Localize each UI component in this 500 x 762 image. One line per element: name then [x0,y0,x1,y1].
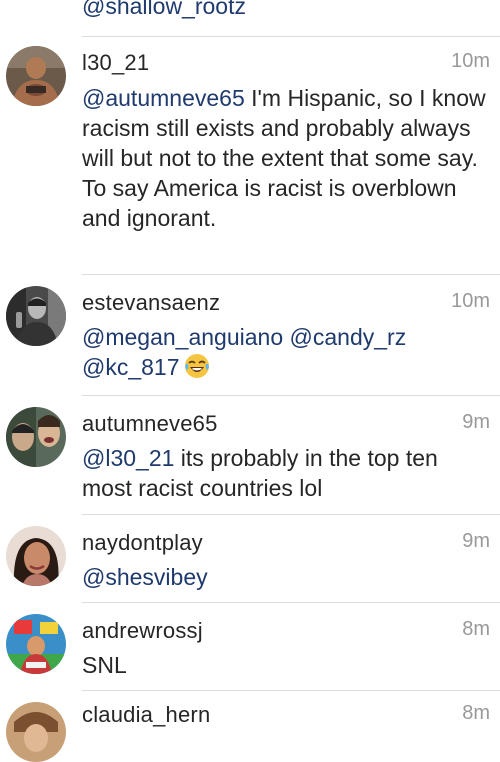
divider [82,514,500,515]
comment-text: @autumneve65 I'm Hispanic, so I know rac… [82,83,490,233]
comment-username[interactable]: l30_21 [82,49,149,77]
comment-time: 8m [462,702,490,724]
avatar-image [6,286,66,346]
comment-time: 10m [451,50,490,72]
avatar-image [6,702,66,762]
comment-text: @shesvibey [82,562,490,592]
comment-time: 9m [462,411,490,433]
comment-text: @megan_anguiano @candy_rz @kc_817 [82,322,490,382]
avatar[interactable] [6,407,66,467]
divider [82,274,500,275]
previous-comment-mention[interactable]: @shallow_rootz [82,0,246,21]
mention-link[interactable]: @shesvibey [82,564,208,590]
avatar[interactable] [6,46,66,106]
mention-link[interactable]: @l30_21 [82,445,174,471]
avatar-image [6,614,66,674]
mention-link[interactable]: @kc_817 [82,354,180,380]
comment-username[interactable]: autumneve65 [82,410,218,438]
comment-text: @l30_21 its probably in the top ten most… [82,443,490,503]
avatar-image [6,526,66,586]
comment-username[interactable]: claudia_hern [82,701,210,729]
avatar[interactable] [6,614,66,674]
comment-username[interactable]: andrewrossj [82,617,203,645]
divider [82,690,500,691]
comment-time: 10m [451,290,490,312]
comment-time: 8m [462,618,490,640]
avatar-image [6,46,66,106]
mention-link[interactable]: @candy_rz [290,324,407,350]
avatar[interactable] [6,526,66,586]
comment-username[interactable]: naydontplay [82,529,203,557]
avatar-image [6,407,66,467]
avatar[interactable] [6,286,66,346]
laughing-tears-emoji-icon [184,354,209,378]
divider [82,395,500,396]
comment-time: 9m [462,530,490,552]
divider [82,36,500,37]
comment-username[interactable]: estevansaenz [82,289,220,317]
divider [82,602,500,603]
mention-link[interactable]: @megan_anguiano [82,324,283,350]
mention-link[interactable]: @autumneve65 [82,85,245,111]
comment-text: SNL [82,652,127,678]
avatar[interactable] [6,702,66,762]
